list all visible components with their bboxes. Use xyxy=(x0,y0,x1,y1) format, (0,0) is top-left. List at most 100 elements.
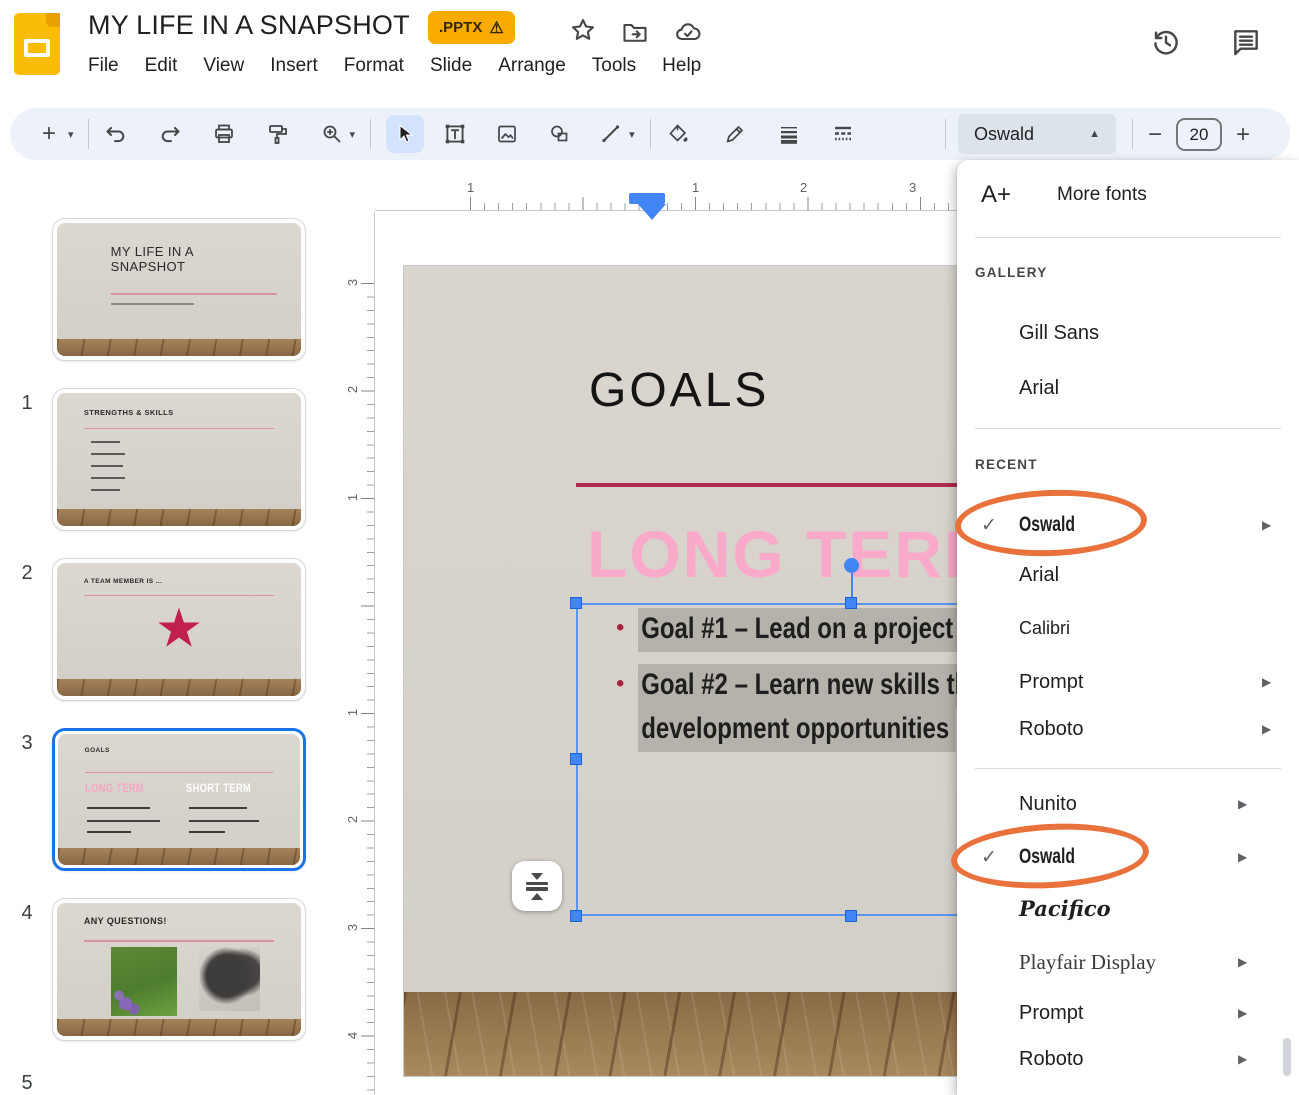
font-item-arial[interactable]: Arial xyxy=(957,367,1299,409)
border-dash-button[interactable] xyxy=(830,121,856,147)
resize-handle-bottom-center[interactable] xyxy=(845,910,857,922)
star-shape: ★ xyxy=(155,601,203,655)
border-weight-button[interactable] xyxy=(776,121,802,147)
thumb-floor xyxy=(58,848,300,865)
border-color-button[interactable] xyxy=(722,121,748,147)
resize-handle-top-center[interactable] xyxy=(845,597,857,609)
resize-handle-bottom-left[interactable] xyxy=(570,910,582,922)
menu-help[interactable]: Help xyxy=(662,55,701,77)
slide-long-term-heading[interactable]: LONG TERM xyxy=(587,516,1001,592)
font-caret-up-icon: ▲ xyxy=(1089,128,1100,140)
thumb-text-bar xyxy=(189,807,247,809)
paint-format-button[interactable] xyxy=(265,121,291,147)
menu-view[interactable]: View xyxy=(203,55,244,77)
submenu-arrow-icon: ▶ xyxy=(1238,797,1247,811)
thumb-text-bar xyxy=(189,820,259,822)
toolbar-separator xyxy=(1132,119,1133,149)
thumb-5-photo-plants xyxy=(111,947,177,1016)
zoom-button[interactable] xyxy=(319,121,345,147)
more-fonts-label: More fonts xyxy=(1057,184,1147,206)
version-history-icon[interactable] xyxy=(1150,26,1178,54)
slide-1-thumbnail[interactable]: MY LIFE IN A SNAPSHOT xyxy=(52,218,306,361)
redo-button[interactable] xyxy=(157,121,183,147)
warning-icon: ⚠ xyxy=(489,18,503,38)
font-item-playfair-display[interactable]: Playfair Display ▶ xyxy=(957,941,1299,983)
move-folder-icon[interactable] xyxy=(621,18,649,46)
menu-tools[interactable]: Tools xyxy=(592,55,636,77)
insert-line-button[interactable] xyxy=(598,121,624,147)
slide-title-text[interactable]: GOALS xyxy=(589,363,769,418)
font-item-prompt-all[interactable]: Prompt ▶ xyxy=(957,992,1299,1034)
font-item-roboto-all[interactable]: Roboto ▶ xyxy=(957,1038,1299,1080)
fill-color-button[interactable] xyxy=(666,121,692,147)
decrease-font-size-button[interactable]: − xyxy=(1148,123,1162,147)
comments-icon[interactable] xyxy=(1230,26,1258,54)
select-tool-button[interactable] xyxy=(386,115,424,153)
slide-3-thumbnail[interactable]: A TEAM MEMBER IS ... ★ xyxy=(52,558,306,701)
font-size-input[interactable]: 20 xyxy=(1176,118,1222,151)
print-button[interactable] xyxy=(211,121,237,147)
resize-handle-middle-left[interactable] xyxy=(570,753,582,765)
filmstrip-panel: 1 MY LIFE IN A SNAPSHOT 2 STRENGTHS & SK… xyxy=(0,170,340,1095)
menu-divider xyxy=(975,428,1281,429)
menu-format[interactable]: Format xyxy=(344,55,404,77)
menu-edit[interactable]: Edit xyxy=(145,55,178,77)
resize-handle-top-left[interactable] xyxy=(570,597,582,609)
thumb-4-title: GOALS xyxy=(85,747,110,754)
rotation-handle[interactable] xyxy=(844,558,859,573)
slide-2-thumbnail[interactable]: STRENGTHS & SKILLS xyxy=(52,388,306,531)
slide-5-thumbnail[interactable]: ANY QUESTIONS! xyxy=(52,898,306,1041)
thumb-text-bar xyxy=(91,489,120,491)
hruler-number: 1 xyxy=(692,180,699,195)
autofit-bar xyxy=(526,887,548,891)
zoom-caret-icon[interactable]: ▾ xyxy=(350,128,356,141)
thumb-divider-line xyxy=(84,428,274,430)
new-slide-button[interactable]: + xyxy=(36,121,62,147)
menu-file[interactable]: File xyxy=(88,55,119,77)
new-slide-caret-icon[interactable]: ▾ xyxy=(68,128,74,141)
cloud-saved-icon[interactable] xyxy=(674,18,702,46)
font-item-gill-sans[interactable]: Gill Sans xyxy=(957,312,1299,354)
indent-marker-rect[interactable] xyxy=(629,193,665,204)
thumb-subtitle-bar xyxy=(111,303,194,305)
submenu-arrow-icon: ▶ xyxy=(1262,675,1271,689)
dropdown-scrollbar-thumb[interactable] xyxy=(1283,1038,1291,1076)
autofit-button[interactable] xyxy=(512,861,562,911)
slide-1-number: 1 xyxy=(12,392,42,415)
menu-arrange[interactable]: Arrange xyxy=(498,55,566,77)
insert-image-button[interactable] xyxy=(494,121,520,147)
menu-insert[interactable]: Insert xyxy=(270,55,318,77)
undo-button[interactable] xyxy=(103,121,129,147)
annotation-circle-oswald-all xyxy=(949,819,1150,893)
star-icon[interactable] xyxy=(569,16,597,44)
autofit-arrow-up-icon xyxy=(531,893,543,900)
text-box-button[interactable] xyxy=(442,121,468,147)
font-item-arial-recent[interactable]: Arial xyxy=(957,554,1299,596)
slides-logo-icon[interactable] xyxy=(14,13,60,75)
font-item-calibri[interactable]: Calibri xyxy=(957,607,1299,649)
submenu-arrow-icon: ▶ xyxy=(1238,1052,1247,1066)
vruler-number: 1 xyxy=(345,494,360,501)
line-caret-icon[interactable]: ▾ xyxy=(629,128,635,141)
thumb-text-bar xyxy=(91,477,125,479)
font-item-prompt-recent[interactable]: Prompt ▶ xyxy=(957,661,1299,703)
slide-4-thumbnail-selected[interactable]: GOALS LONG TERM SHORT TERM xyxy=(52,728,306,871)
insert-shape-button[interactable] xyxy=(546,121,572,147)
hruler-number: 1 xyxy=(467,180,474,195)
indent-marker-triangle[interactable] xyxy=(638,204,666,220)
thumb-text-bar xyxy=(91,453,125,455)
menu-slide[interactable]: Slide xyxy=(430,55,472,77)
hruler-number: 3 xyxy=(909,180,916,195)
menu-divider xyxy=(975,768,1281,769)
font-item-roboto-recent[interactable]: Roboto ▶ xyxy=(957,708,1299,750)
toolbar-separator xyxy=(370,119,371,149)
increase-font-size-button[interactable]: + xyxy=(1236,123,1250,147)
document-title[interactable]: MY LIFE IN A SNAPSHOT xyxy=(88,10,410,41)
font-item-nunito[interactable]: Nunito ▶ xyxy=(957,783,1299,825)
recent-section-label: RECENT xyxy=(975,457,1038,472)
more-fonts-item[interactable]: A+ More fonts xyxy=(957,174,1299,216)
font-item-pacifico[interactable]: Pacifico xyxy=(957,887,1299,929)
slide-2-number: 2 xyxy=(12,562,42,585)
font-family-select[interactable]: Oswald ▲ xyxy=(958,114,1116,154)
vruler-number: 2 xyxy=(345,816,360,823)
